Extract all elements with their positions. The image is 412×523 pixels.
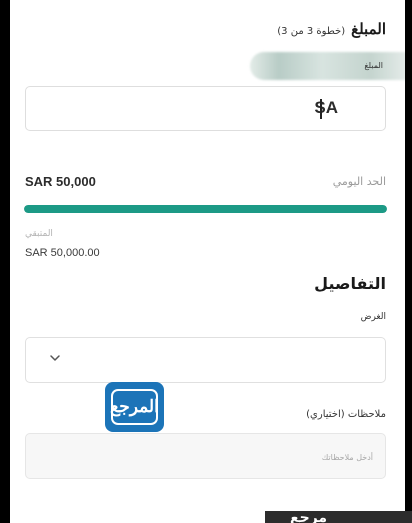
details-section-title: التفاصيل [314, 274, 386, 293]
amount-input-value: SA [314, 98, 338, 117]
daily-limit-label: الحد اليومي [332, 175, 386, 188]
text-caret [320, 99, 322, 119]
watermark-logo-text: المرجع [110, 389, 159, 425]
daily-limit-progress-bar [24, 205, 387, 213]
right-edge-frame [405, 0, 412, 523]
transfer-screen: المبلغ (خطوة 3 من 3) المبلغ SA SAR 50,00… [10, 0, 405, 523]
amount-section-header: المبلغ (خطوة 3 من 3) [277, 20, 386, 42]
bottom-overlay-text: مرجع [290, 512, 328, 523]
bottom-overlay-bar [265, 511, 412, 523]
left-edge-frame [0, 0, 10, 523]
amount-section-title: المبلغ [351, 20, 386, 38]
watermark-logo: المرجع [105, 382, 164, 432]
amount-field-label: المبلغ [364, 61, 383, 70]
daily-limit-value: SAR 50,000 [25, 174, 96, 189]
remaining-label: المتبقي [25, 229, 53, 239]
daily-limit-progress-fill [24, 205, 387, 213]
notes-label: ملاحظات (اختياري) [306, 409, 386, 420]
step-indicator: (خطوة 3 من 3) [277, 26, 346, 37]
chevron-down-icon[interactable] [48, 351, 62, 365]
notes-placeholder: أدخل ملاحظاتك [321, 453, 373, 462]
purpose-label: الغرض [360, 312, 386, 322]
purpose-select[interactable] [25, 337, 386, 383]
remaining-value: SAR 50,000.00 [25, 247, 100, 259]
